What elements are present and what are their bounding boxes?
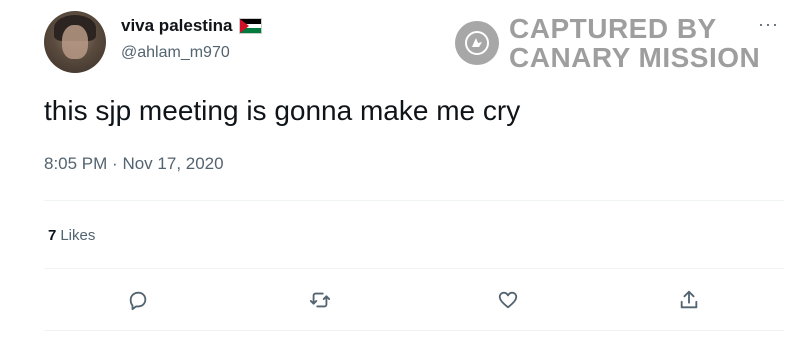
share-icon [678, 289, 700, 311]
tweet-date[interactable]: Nov 17, 2020 [122, 154, 223, 173]
tweet-time[interactable]: 8:05 PM [44, 154, 107, 173]
canary-logo-icon [455, 21, 499, 65]
likes-count: 7 [48, 227, 57, 244]
share-button[interactable] [674, 288, 704, 312]
tweet-text: this sjp meeting is gonna make me cry [44, 95, 521, 126]
tweet-card: viva palestina @ahlam_m970 CAPTURED BY C… [0, 0, 800, 337]
user-handle[interactable]: @ahlam_m970 [121, 44, 230, 62]
watermark-line2: CANARY MISSION [509, 42, 761, 73]
meta-separator: · [112, 154, 118, 173]
divider [44, 268, 784, 269]
likes-stat[interactable]: 7 Likes [48, 227, 95, 244]
divider [44, 330, 784, 331]
tweet-timestamp[interactable]: 8:05 PM · Nov 17, 2020 [44, 154, 224, 174]
avatar[interactable] [44, 11, 106, 73]
like-button[interactable] [493, 288, 523, 312]
reply-icon [127, 289, 149, 311]
watermark-line1: CAPTURED BY [509, 13, 717, 44]
like-icon [497, 289, 519, 311]
avatar-face [62, 25, 88, 59]
more-options-icon[interactable]: ··· [758, 14, 779, 35]
likes-label: Likes [60, 227, 96, 244]
reply-button[interactable] [123, 288, 153, 312]
watermark: CAPTURED BY CANARY MISSION [455, 14, 760, 72]
palestine-flag-icon [238, 18, 262, 34]
retweet-button[interactable] [305, 288, 335, 312]
display-name[interactable]: viva palestina [121, 16, 262, 36]
divider [44, 200, 784, 201]
watermark-text: CAPTURED BY CANARY MISSION [509, 14, 760, 72]
retweet-icon [308, 289, 332, 311]
display-name-text[interactable]: viva palestina [121, 16, 233, 36]
